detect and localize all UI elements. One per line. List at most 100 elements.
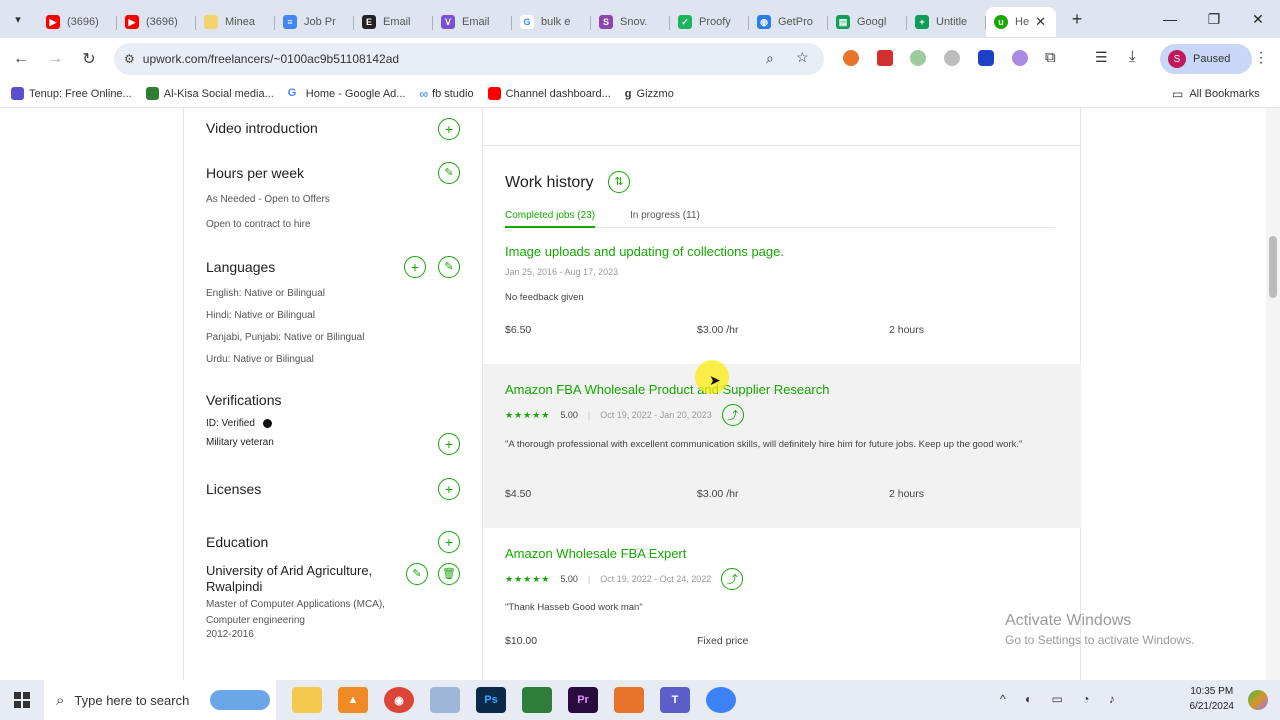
youtube-icon [487,87,501,100]
tab-label: Snov. [620,16,648,28]
job-title[interactable]: Image uploads and updating of collection… [505,244,784,259]
puzzle-icon[interactable]: ⧉ [1045,49,1056,66]
close-icon[interactable]: ✕ [1035,14,1046,30]
download-icon[interactable]: ⤓ [1129,48,1136,65]
browser-tab[interactable]: Minea [196,7,275,37]
browser-tab-active[interactable]: u He ✕ [986,7,1056,37]
extension-icon[interactable] [910,50,926,66]
delete-education-button[interactable]: 🗑 [438,563,460,585]
extension-icon[interactable] [944,50,960,66]
bookmark-star-icon[interactable]: ☆ [796,49,809,66]
job-dates: Oct 19, 2022 - Oct 24, 2022 [600,574,712,584]
job-item: Amazon FBA Wholesale Product and Supplie… [483,360,1081,528]
bookmark-item[interactable]: ∞ fb studio [419,87,473,101]
back-button[interactable]: ← [4,50,38,68]
share-icon[interactable]: ⤴ [721,568,744,590]
tab-label: Job Pr [304,16,336,28]
copilot-icon[interactable] [1248,690,1268,710]
browser-tab[interactable]: E Email [354,7,433,37]
menu-kebab-icon[interactable]: ⋮ [1254,49,1268,66]
language-item: Hindi: Native or Bilingual [206,310,315,321]
app-icon[interactable] [614,687,644,713]
extension-icon[interactable] [877,50,893,66]
plus-icon: + [444,534,454,550]
edit-education-button[interactable]: ✎ [406,563,428,585]
licenses-title: Licenses [206,481,262,497]
browser-tab[interactable]: ≡ Job Pr [275,7,354,37]
minimize-button[interactable]: — [1148,0,1192,38]
start-button[interactable] [0,680,44,720]
tab-completed-jobs[interactable]: Completed jobs (23) [505,210,596,228]
browser-tab[interactable]: Gbulk e [512,7,591,37]
url-text[interactable]: upwork.com/freelancers/~0100ac9b51108142… [143,52,399,66]
page-scrollbar[interactable] [1266,108,1280,680]
profile-button[interactable]: S Paused [1160,44,1252,74]
app-icon[interactable] [522,687,552,713]
languages-title: Languages [206,259,276,275]
browser-tab[interactable]: ◍ GetPro [749,7,828,37]
browser-tab[interactable]: ▶ (3696) [117,7,196,37]
edit-hours-button[interactable]: ✎ [438,162,460,184]
shield-icon[interactable] [978,50,994,66]
new-tab-button[interactable]: + [1064,9,1090,30]
bookmark-item[interactable]: g Gizzmo [625,88,674,100]
chrome-icon[interactable]: ◉ [384,687,414,713]
job-title[interactable]: Amazon FBA Wholesale Product and Supplie… [505,382,829,397]
browser-tab[interactable]: + Untitle [907,7,986,37]
id-verified: ID: Verified [206,418,272,429]
add-video-button[interactable]: + [438,118,460,140]
bookmark-item[interactable]: Tenup: Free Online... [11,87,132,100]
add-language-button[interactable]: + [404,256,426,278]
add-education-button[interactable]: + [438,531,460,553]
teams-icon[interactable]: T [660,687,690,713]
bookmark-label: Home - Google Ad... [305,87,406,100]
meta-icon: ∞ [419,86,429,101]
taskbar-search[interactable]: ⌕ Type here to search [44,680,276,720]
browser-tab[interactable]: ▶ (3696) [38,7,117,37]
tab-in-progress[interactable]: In progress (11) [630,210,700,221]
work-history-title: Work history [505,174,594,191]
tab-label: He [1015,16,1030,28]
bookmark-item[interactable]: Channel dashboard... [487,87,611,100]
reload-button[interactable]: ↻ [72,49,106,69]
app-icon[interactable] [430,687,460,713]
plus-icon: + [444,481,454,497]
share-icon[interactable]: ⤴ [721,404,744,426]
browser-tab-bar: ▾ ▶ (3696) ▶ (3696) Minea ≡ Job Pr E Email V… [0,0,1280,38]
forward-button[interactable]: → [38,50,72,68]
vlc-icon[interactable]: ▲ [338,687,368,713]
tab-search-button[interactable]: ▾ [6,7,30,31]
job-title[interactable]: Amazon Wholesale FBA Expert [505,546,686,561]
refresh-work-history-button[interactable]: ⇅ [608,171,630,193]
extension-icon[interactable] [1012,50,1028,66]
browser-tab[interactable]: ▤ Googl [828,7,907,37]
hours-per-week-title: Hours per week [206,165,305,181]
extension-icon[interactable] [843,50,859,66]
bookmarks-bar: Tenup: Free Online... Al-Kisa Social med… [0,80,1280,108]
app-icon[interactable] [706,687,736,713]
scrollbar-thumb[interactable] [1269,236,1277,298]
restore-button[interactable]: ❐ [1192,0,1236,38]
job-hours: 2 hours [889,324,925,336]
add-license-button[interactable]: + [438,478,460,500]
all-bookmarks-button[interactable]: ▭ All Bookmarks [1172,87,1260,101]
file-explorer-icon[interactable] [292,687,322,713]
taskbar-clock[interactable]: 10:35 PM 6/21/2024 [1190,684,1235,714]
window-close-button[interactable]: ✕ [1236,0,1280,38]
globe-icon: ◍ [757,15,771,29]
premiere-icon[interactable]: Pr [568,687,598,713]
address-bar[interactable]: ⚙ upwork.com/freelancers/~0100ac9b511081… [114,43,824,75]
zoom-icon[interactable]: ⌕ [766,50,774,67]
site-info-icon[interactable]: ⚙ [124,52,135,66]
system-tray[interactable]: ^ ◐ ▭ ◔ ♪ [1000,692,1123,706]
photoshop-icon[interactable]: Ps [476,687,506,713]
browser-tab[interactable]: S Snov. [591,7,670,37]
browser-tab[interactable]: ✓ Proofy [670,7,749,37]
browser-tab[interactable]: V Email [433,7,512,37]
edit-language-button[interactable]: ✎ [438,256,460,278]
bookmark-item[interactable]: Al-Kisa Social media... [145,87,274,100]
add-verification-button[interactable]: + [438,433,460,455]
media-control-icon[interactable]: ☰ [1095,49,1108,66]
bookmark-item[interactable]: G Home - Google Ad... [287,87,406,100]
job-item: Image uploads and updating of collection… [483,232,1081,364]
